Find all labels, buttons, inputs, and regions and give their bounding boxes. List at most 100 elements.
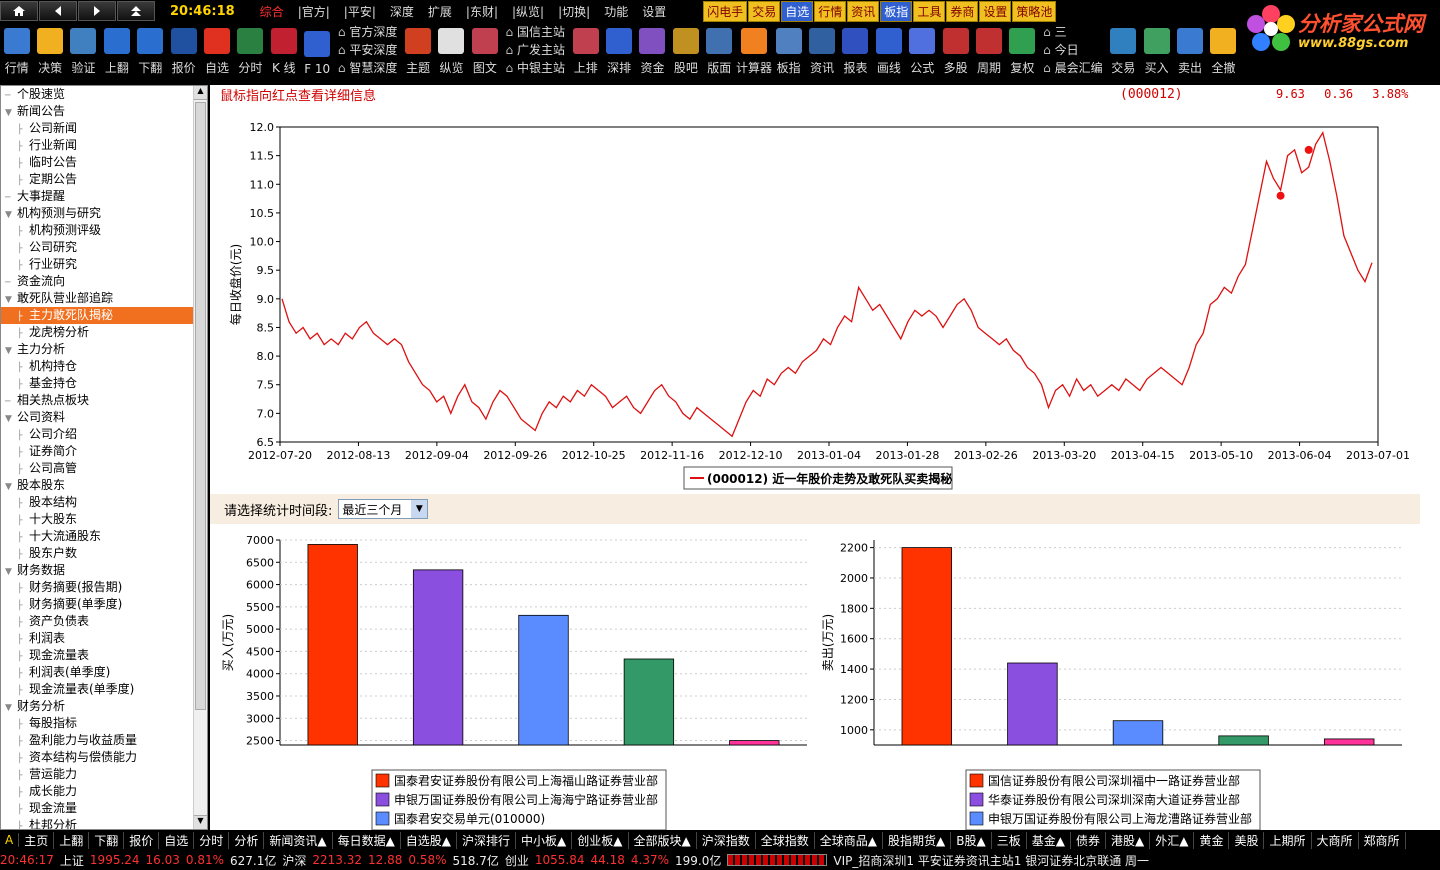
tree-item[interactable]: ├ 定期公告 bbox=[1, 171, 193, 188]
tree-item[interactable]: ├ 行业研究 bbox=[1, 256, 193, 273]
toolbar-group-item[interactable]: ⌂ 国信主站 bbox=[506, 23, 565, 41]
tree-item[interactable]: ─ 相关热点板块 bbox=[1, 392, 193, 409]
bar[interactable] bbox=[518, 614, 569, 746]
tree-item[interactable]: ▼ 公司资料 bbox=[1, 409, 193, 426]
toolbar-group-item[interactable]: ⌂ 三 bbox=[1043, 23, 1102, 41]
top-menu-item[interactable]: 功能 bbox=[597, 3, 635, 20]
home-button[interactable] bbox=[0, 1, 38, 21]
bottom-tab[interactable]: 新闻资讯▲ bbox=[264, 831, 333, 849]
bottom-tab[interactable]: 沪深排行 bbox=[457, 831, 517, 849]
toolbar-button[interactable]: 版面 bbox=[703, 22, 736, 78]
toolbar-button[interactable]: 深排 bbox=[602, 22, 635, 78]
tree-item[interactable]: ─ 个股速览 bbox=[1, 86, 193, 103]
tree-item[interactable]: ├ 现金流量表(单季度) bbox=[1, 681, 193, 698]
bar[interactable] bbox=[1323, 738, 1375, 746]
toolbar-button[interactable]: 上翻 bbox=[100, 22, 133, 78]
toolbar-button[interactable]: 决策 bbox=[33, 22, 66, 78]
bottom-tab[interactable]: 债券 bbox=[1071, 831, 1106, 849]
bottom-tab[interactable]: 外汇▲ bbox=[1150, 831, 1195, 849]
bar[interactable] bbox=[1007, 662, 1058, 746]
toolbar-button[interactable]: 计算器 bbox=[736, 22, 772, 78]
tree-item[interactable]: ├ 基金持仓 bbox=[1, 375, 193, 392]
top-button[interactable]: 工具 bbox=[913, 0, 946, 22]
trade-marker[interactable] bbox=[1304, 145, 1313, 154]
scroll-thumb[interactable] bbox=[195, 102, 206, 710]
tree-item[interactable]: ├ 龙虎榜分析 bbox=[1, 324, 193, 341]
tree-item[interactable]: ├ 公司研究 bbox=[1, 239, 193, 256]
tree-item[interactable]: ├ 股东户数 bbox=[1, 545, 193, 562]
forward-button[interactable] bbox=[78, 1, 116, 21]
toolbar-button[interactable]: 分时 bbox=[234, 22, 267, 78]
tree-item[interactable]: ├ 十大股东 bbox=[1, 511, 193, 528]
bottom-tab[interactable]: 全球商品▲ bbox=[815, 831, 884, 849]
top-menu-item[interactable]: 扩展 bbox=[421, 3, 459, 20]
toolbar-button[interactable]: 自选 bbox=[200, 22, 233, 78]
bottom-tab[interactable]: 分析 bbox=[229, 831, 265, 849]
toolbar-group-item[interactable]: ⌂ 广发主站 bbox=[506, 41, 565, 59]
tree-item[interactable]: ├ 杜邦分析 bbox=[1, 817, 193, 829]
bottom-tab[interactable]: 创业板▲ bbox=[572, 831, 629, 849]
bottom-tab[interactable]: 郑商所 bbox=[1359, 831, 1406, 849]
tree-item[interactable]: ▼ 新闻公告 bbox=[1, 103, 193, 120]
tree-item[interactable]: ▼ 主力分析 bbox=[1, 341, 193, 358]
top-menu-item[interactable]: |切换| bbox=[551, 3, 597, 20]
tree-item[interactable]: ├ 资本结构与偿债能力 bbox=[1, 749, 193, 766]
bar[interactable] bbox=[729, 740, 780, 746]
top-button[interactable]: 券商 bbox=[946, 0, 979, 22]
tree-item[interactable]: ▼ 敢死队营业部追踪 bbox=[1, 290, 193, 307]
toolbar-button[interactable]: 全撤 bbox=[1207, 22, 1240, 78]
toolbar-button[interactable]: 资讯 bbox=[805, 22, 838, 78]
top-button[interactable]: 资讯 bbox=[847, 0, 880, 22]
trade-marker[interactable] bbox=[1276, 191, 1285, 200]
top-menu-item[interactable]: 设置 bbox=[635, 3, 673, 20]
toolbar-group-item[interactable]: ⌂ 中银主站 bbox=[506, 59, 565, 77]
tree-item[interactable]: ├ 股本结构 bbox=[1, 494, 193, 511]
toolbar-button[interactable]: 卖出 bbox=[1173, 22, 1206, 78]
bottom-tab[interactable]: 上期所 bbox=[1264, 831, 1312, 849]
toolbar-button[interactable]: 周期 bbox=[972, 22, 1005, 78]
sidebar-scrollbar[interactable]: ▲ ▼ bbox=[193, 86, 207, 829]
toolbar-group-item[interactable]: ⌂ 今日 bbox=[1043, 41, 1102, 59]
tree-item[interactable]: ├ 十大流通股东 bbox=[1, 528, 193, 545]
toolbar-button[interactable]: 画线 bbox=[872, 22, 905, 78]
bar[interactable] bbox=[307, 544, 358, 746]
top-menu-item[interactable]: |平安| bbox=[337, 3, 383, 20]
tree-item[interactable]: ▼ 财务分析 bbox=[1, 698, 193, 715]
bottom-tab[interactable]: 每日数据▲ bbox=[333, 831, 401, 849]
tree-item[interactable]: ├ 机构持仓 bbox=[1, 358, 193, 375]
toolbar-button[interactable]: K 线 bbox=[267, 22, 300, 78]
toolbar-button[interactable]: 下翻 bbox=[134, 22, 167, 78]
toolbar-button[interactable]: 主题 bbox=[401, 22, 434, 78]
tree-item[interactable]: ├ 行业新闻 bbox=[1, 137, 193, 154]
top-button[interactable]: 设置 bbox=[979, 0, 1012, 22]
bottom-tab[interactable]: 自选股▲ bbox=[401, 831, 458, 849]
toolbar-button[interactable]: 行情 bbox=[0, 22, 33, 78]
tree-item[interactable]: ├ 财务摘要(报告期) bbox=[1, 579, 193, 596]
tree-item[interactable]: ─ 大事提醒 bbox=[1, 188, 193, 205]
bar[interactable] bbox=[1112, 720, 1164, 746]
bottom-tab[interactable]: B股▲ bbox=[951, 831, 992, 849]
period-select[interactable]: 最近三个月 ▼ bbox=[338, 499, 429, 519]
bar[interactable] bbox=[1218, 735, 1269, 746]
bottom-tab[interactable]: 全球指数 bbox=[756, 831, 815, 849]
tree-item[interactable]: ├ 公司高管 bbox=[1, 460, 193, 477]
scroll-up-icon[interactable]: ▲ bbox=[194, 86, 207, 100]
toolbar-button[interactable]: 板指 bbox=[772, 22, 805, 78]
bottom-tab[interactable]: 三板 bbox=[992, 831, 1027, 849]
bottom-tab[interactable]: 大商所 bbox=[1312, 831, 1359, 849]
bottom-tab[interactable]: 港股▲ bbox=[1106, 831, 1151, 849]
toolbar-button[interactable]: 交易 bbox=[1107, 22, 1140, 78]
tree-item[interactable]: ▼ 机构预测与研究 bbox=[1, 205, 193, 222]
top-button[interactable]: 闪电手 bbox=[703, 0, 748, 22]
tree-item[interactable]: ├ 每股指标 bbox=[1, 715, 193, 732]
tree-item[interactable]: ├ 利润表 bbox=[1, 630, 193, 647]
bottom-tab[interactable]: 黄金 bbox=[1194, 831, 1230, 849]
bottom-tab[interactable]: 中小板▲ bbox=[516, 831, 573, 849]
bottom-tab[interactable]: 报价 bbox=[124, 831, 160, 849]
tree-item[interactable]: ├ 公司介绍 bbox=[1, 426, 193, 443]
toolbar-button[interactable]: F 10 bbox=[301, 22, 334, 78]
toolbar-button[interactable]: 复权 bbox=[1006, 22, 1039, 78]
toolbar-button[interactable]: 报表 bbox=[839, 22, 872, 78]
toolbar-button[interactable]: 公式 bbox=[906, 22, 939, 78]
bottom-tab[interactable]: 下翻 bbox=[89, 831, 125, 849]
